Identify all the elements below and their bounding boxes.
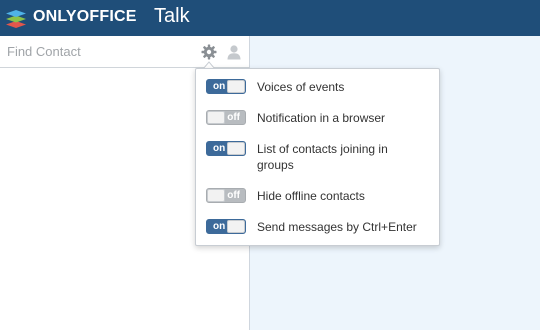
brand-name[interactable]: ONLYOFFICE xyxy=(33,8,137,26)
module-title: Talk xyxy=(154,5,190,27)
menu-item-voices-of-events[interactable]: on Voices of events xyxy=(196,79,439,95)
settings-menu: on Voices of events off Notification in … xyxy=(195,68,440,246)
browser-notification-toggle[interactable]: off xyxy=(206,110,246,125)
toggle-knob xyxy=(227,220,245,233)
toggle-state-label: off xyxy=(227,190,240,201)
toggle-state-label: on xyxy=(213,143,226,154)
toggle-state-label: on xyxy=(213,221,226,232)
top-bar: ONLYOFFICE Talk xyxy=(0,0,540,36)
toggle-knob xyxy=(227,142,245,155)
toggle-knob xyxy=(227,80,245,93)
hide-offline-contacts-toggle[interactable]: off xyxy=(206,188,246,203)
menu-item-browser-notification[interactable]: off Notification in a browser xyxy=(196,110,439,126)
gear-icon[interactable] xyxy=(201,44,217,60)
contacts-joining-groups-toggle[interactable]: on xyxy=(206,141,246,156)
menu-item-label: List of contacts joining in groups xyxy=(257,142,388,172)
onlyoffice-logo-icon[interactable] xyxy=(5,7,27,29)
send-by-ctrl-enter-toggle[interactable]: on xyxy=(206,219,246,234)
menu-item-contacts-joining-groups[interactable]: on List of contacts joining in groups xyxy=(196,141,439,175)
menu-item-hide-offline-contacts[interactable]: off Hide offline contacts xyxy=(196,188,439,204)
toggle-knob xyxy=(207,111,225,124)
menu-item-label: Hide offline contacts xyxy=(257,189,365,203)
menu-item-label: Notification in a browser xyxy=(257,111,386,125)
menu-item-label: Send messages by Ctrl+Enter xyxy=(257,220,417,234)
menu-item-send-by-ctrl-enter[interactable]: on Send messages by Ctrl+Enter xyxy=(196,219,439,235)
toggle-knob xyxy=(207,189,225,202)
find-contact-input[interactable] xyxy=(0,36,187,67)
toggle-state-label: on xyxy=(213,81,226,92)
voices-of-events-toggle[interactable]: on xyxy=(206,79,246,94)
menu-item-label: Voices of events xyxy=(257,80,345,94)
toggle-state-label: off xyxy=(227,112,240,123)
person-icon[interactable] xyxy=(226,44,242,60)
